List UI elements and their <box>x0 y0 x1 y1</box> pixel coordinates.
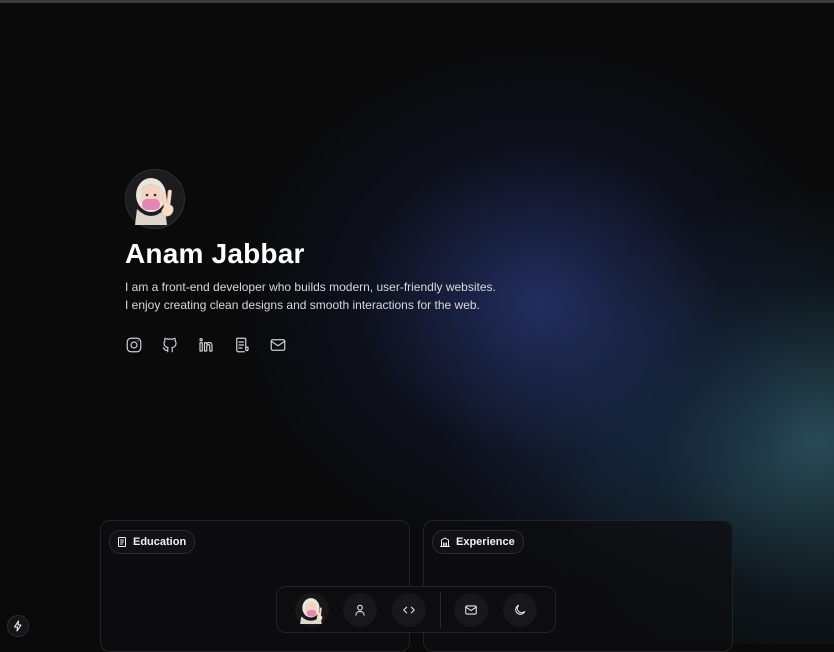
github-icon <box>162 337 177 353</box>
code-icon <box>403 606 415 614</box>
dock-home-button[interactable] <box>295 593 329 627</box>
bolt-icon <box>14 620 22 632</box>
profile-name: Anam Jabbar <box>125 238 305 269</box>
book-icon <box>118 537 126 547</box>
dock-about-button[interactable] <box>343 593 377 627</box>
dock-contact-button[interactable] <box>454 593 488 627</box>
resume-icon <box>236 337 249 353</box>
moon-icon <box>515 604 526 615</box>
instagram-icon <box>126 337 142 353</box>
experience-label: Experience <box>432 530 524 554</box>
linkedin-icon <box>199 338 213 352</box>
mail-icon <box>465 605 477 615</box>
profile-bio: I am a front-end developer who builds mo… <box>125 278 496 314</box>
mail-icon <box>270 339 286 351</box>
experience-title: Experience <box>456 536 515 548</box>
building-icon <box>440 537 450 547</box>
education-label: Education <box>109 530 196 554</box>
social-links <box>125 336 287 354</box>
resume-link[interactable] <box>233 336 251 354</box>
github-link[interactable] <box>161 336 179 354</box>
education-title: Education <box>133 536 187 548</box>
dev-tools-badge[interactable] <box>7 615 29 637</box>
instagram-link[interactable] <box>125 336 143 354</box>
memoji-avatar-icon <box>135 178 174 225</box>
dock-theme-toggle[interactable] <box>503 593 537 627</box>
user-icon <box>355 604 365 616</box>
bio-line: I am a front-end developer who builds mo… <box>125 280 496 294</box>
dock-divider <box>440 592 441 628</box>
bottom-dock <box>276 586 556 633</box>
dock-projects-button[interactable] <box>392 593 426 627</box>
email-link[interactable] <box>269 336 287 354</box>
avatar <box>125 169 185 229</box>
avatar-icon <box>300 598 323 624</box>
profile-avatar-wrapper <box>125 169 185 229</box>
linkedin-link[interactable] <box>197 336 215 354</box>
bio-line: I enjoy creating clean designs and smoot… <box>125 298 480 312</box>
